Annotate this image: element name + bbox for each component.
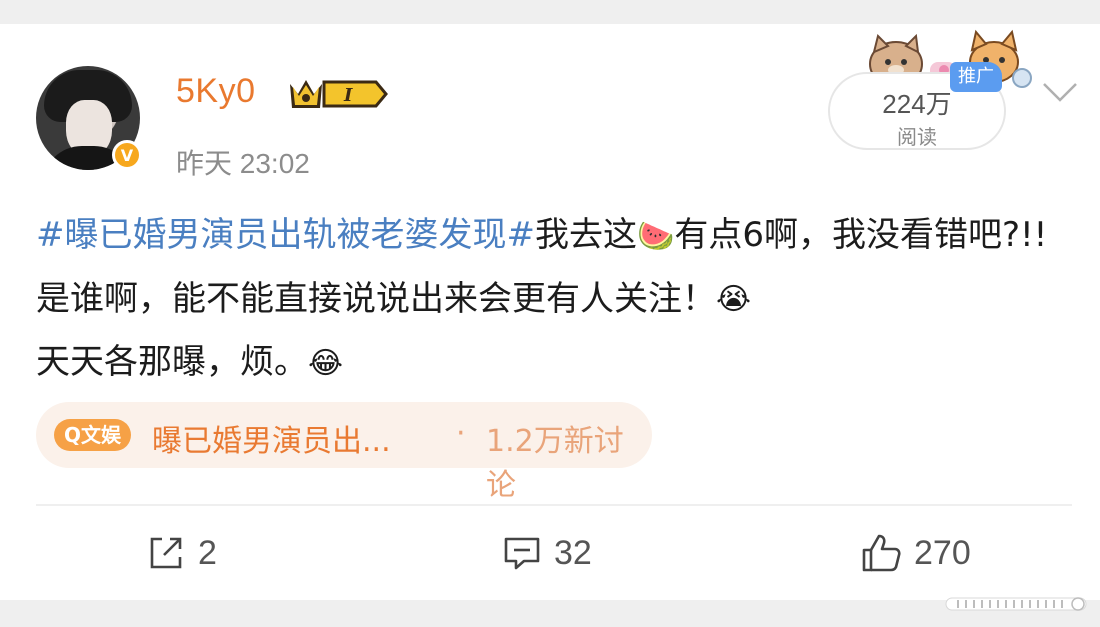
- crying-emoji-icon: 😭: [716, 282, 752, 317]
- avatar[interactable]: V: [36, 66, 148, 178]
- divider: [36, 504, 1072, 506]
- post-card: V 5Ky0 I 昨天 23:02 224万 阅读 推广 #曝已婚男演员出轨被老…: [0, 24, 1100, 600]
- topic-discussion-count: 1.2万新讨论: [486, 424, 624, 503]
- topic-title: 曝已婚男演员出...: [152, 424, 391, 459]
- post-text-part1: 我去这: [534, 215, 637, 255]
- watermelon-emoji-icon: 🍉: [636, 218, 675, 254]
- topic-card[interactable]: Q文娱 曝已婚男演员出... · 1.2万新讨论: [36, 402, 652, 503]
- laughing-emoji-icon: 😂: [308, 345, 344, 381]
- comment-icon: [504, 537, 540, 570]
- scroll-indicator: [945, 597, 1087, 611]
- view-count-label: 阅读: [897, 125, 937, 149]
- share-button[interactable]: 2: [146, 530, 217, 576]
- share-icon: [150, 537, 182, 569]
- level-badge-text: I: [343, 85, 353, 106]
- comment-button[interactable]: 32: [502, 530, 592, 576]
- topic-category-tag: Q文娱: [54, 419, 132, 451]
- thumbs-up-icon: [862, 534, 901, 572]
- share-count: 2: [198, 533, 217, 572]
- hashtag-link[interactable]: #曝已婚男演员出轨被老婆发现#: [36, 215, 535, 255]
- topic-separator: ·: [456, 416, 466, 451]
- like-button[interactable]: 270: [860, 530, 971, 576]
- username[interactable]: 5Ky0: [176, 72, 256, 111]
- chevron-down-icon[interactable]: [1040, 78, 1080, 106]
- promoted-badge: 推广: [950, 62, 1002, 92]
- post-text-part3: 天天各那曝，烦。: [36, 342, 308, 382]
- comment-count: 32: [554, 533, 592, 572]
- like-count: 270: [914, 533, 971, 572]
- verified-icon: V: [112, 140, 142, 170]
- post-timestamp: 昨天 23:02: [176, 148, 310, 179]
- post-body: #曝已婚男演员出轨被老婆发现#我去这🍉有点6啊，我没看错吧?!! 是谁啊，能不能…: [36, 204, 1066, 395]
- crown-level-icon[interactable]: I: [284, 74, 388, 114]
